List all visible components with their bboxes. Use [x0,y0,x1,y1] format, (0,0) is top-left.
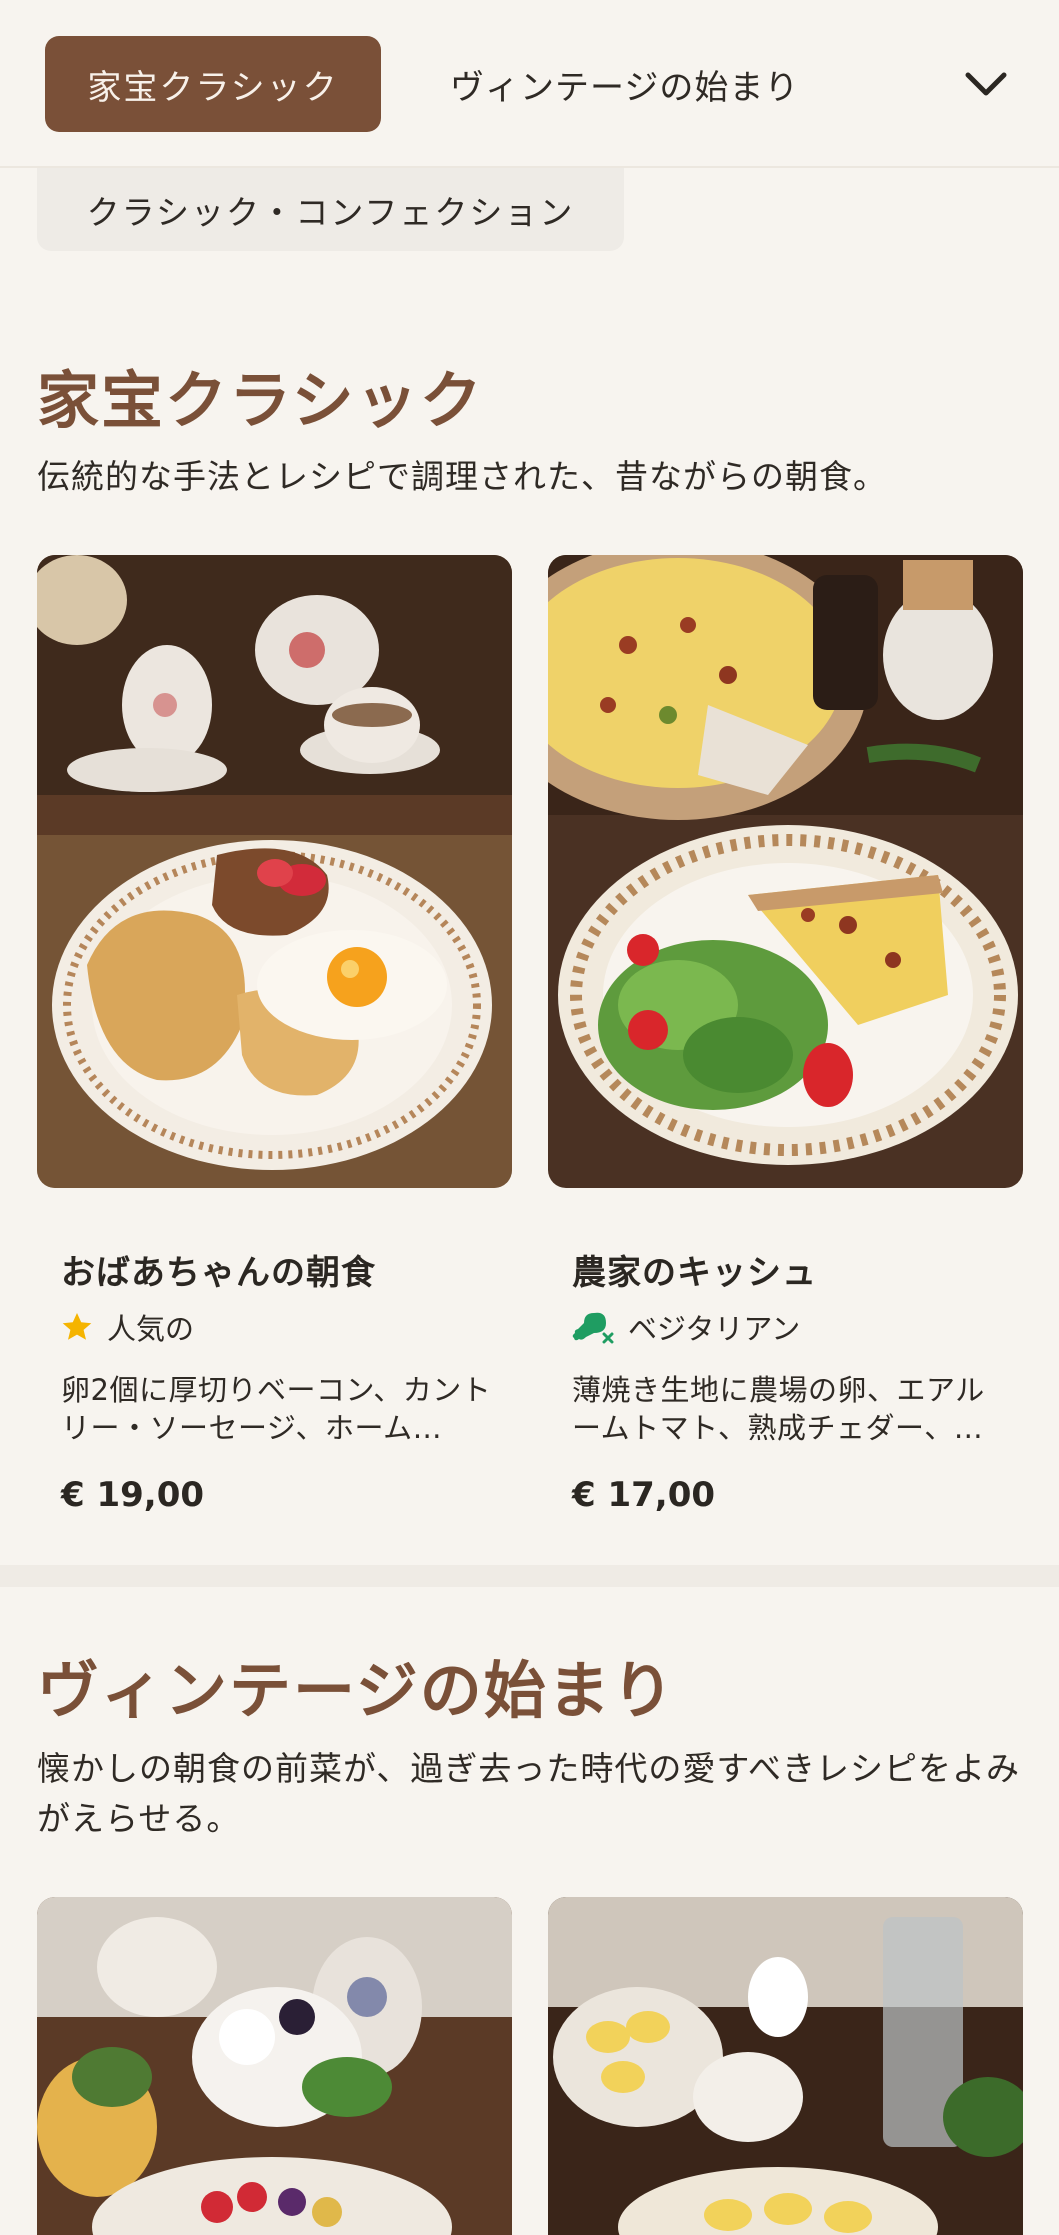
tab-vintage-beginnings[interactable]: ヴィンテージの始まり [450,56,799,112]
chevron-down-icon[interactable] [960,58,1012,110]
dish-photo-grandma-breakfast [37,555,512,1188]
section-description: 懐かしの朝食の前菜が、過ぎ去った時代の愛すべきレシピをよみがえらせる。 [37,1749,1021,1838]
menu-item-price: € 19,00 [61,1475,205,1515]
menu-item-price: € 17,00 [572,1475,716,1515]
tab-heirloom-classics[interactable]: 家宝クラシック [45,36,381,132]
section-title: ヴィンテージの始まり [37,1654,676,1727]
section-description: 伝統的な手法とレシピで調理された、昔ながらの朝食。 [37,457,887,496]
menu-item-description: 薄焼き生地に農場の卵、エアルームトマト、熟成チェダー、… [572,1373,985,1445]
dish-photo-deviled-eggs [548,1897,1023,2235]
menu-item-tag-label: 人気の [107,1312,195,1346]
menu-item-description: 卵2個に厚切りベーコン、カントリー・ソーセージ、ホーム… [61,1373,492,1445]
dish-photo-fruit-platter [37,1897,512,2235]
menu-item-card[interactable] [548,1897,1023,2235]
nav-scroll-fade [880,30,960,140]
menu-item-name: 農家のキッシュ [572,1253,817,1293]
tab-classic-confections[interactable]: クラシック・コンフェクション [37,168,624,251]
menu-item-tag: 人気の [61,1307,194,1347]
star-icon [62,1313,92,1340]
menu-item-card[interactable] [37,1897,512,2235]
vegetarian-drumstick-icon [572,1312,614,1344]
menu-item-card[interactable]: おばあちゃんの朝食 人気の 卵2個に厚切りベーコン、カントリー・ソーセージ、ホー… [37,555,512,1515]
menu-item-name: おばあちゃんの朝食 [61,1253,376,1293]
menu-item-card[interactable]: 農家のキッシュ ベジタリアン 薄焼き生地に農場の卵、エアルームトマト、熟成チェダ… [548,555,1023,1515]
dish-photo-farmhouse-quiche [548,555,1023,1188]
section-divider [0,1565,1059,1587]
section-title: 家宝クラシック [37,364,484,437]
menu-item-tag-label: ベジタリアン [628,1312,801,1346]
category-nav: 家宝クラシック ヴィンテージの始まり [0,0,1059,168]
menu-item-tag: ベジタリアン [572,1307,800,1347]
